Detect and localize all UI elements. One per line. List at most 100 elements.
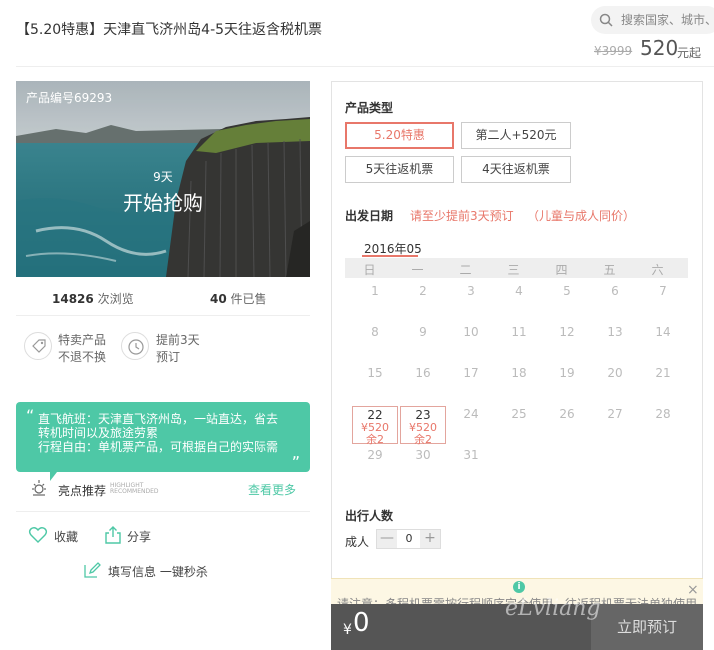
- highlight-sublabel: HIGHLIGHT RECOMMENDED: [110, 482, 159, 495]
- calendar-day: 15: [352, 367, 398, 405]
- calendar-day: 8: [352, 326, 398, 364]
- calendar-day: 2: [400, 285, 446, 323]
- advance-booking-note: 请至少提前3天预订: [410, 209, 514, 223]
- current-price: 520: [640, 36, 679, 60]
- original-price: ¥3999: [594, 44, 633, 58]
- day-number: 1: [371, 284, 379, 298]
- calendar-day: 17: [448, 367, 494, 405]
- search-icon: [599, 13, 613, 27]
- calendar-day: 4: [496, 285, 542, 323]
- option-4day-roundtrip[interactable]: 4天往返机票: [461, 156, 571, 183]
- child-price-note: （儿童与成人同价）: [527, 209, 636, 223]
- feature-no-refund: 特卖产品不退不换: [58, 333, 107, 364]
- day-number: 31: [463, 448, 479, 462]
- weekday-label: 一: [411, 263, 424, 277]
- header-divider: [16, 66, 714, 67]
- quote-line-2: 转机时间以及旅途劳累: [38, 426, 159, 440]
- day-number: 9: [419, 325, 427, 339]
- calendar-day[interactable]: 22 ¥520 余2: [352, 406, 398, 446]
- see-more-link[interactable]: 查看更多: [248, 481, 296, 498]
- highlight-label: 亮点推荐: [58, 484, 107, 498]
- divider: [16, 511, 310, 512]
- quote-tail: [50, 472, 57, 481]
- edit-icon[interactable]: [83, 561, 101, 579]
- day-number: 5: [563, 284, 571, 298]
- option-5day-roundtrip[interactable]: 5天往返机票: [345, 156, 454, 183]
- day-number: 28: [655, 407, 671, 421]
- highlight-quote: “ 直飞航班：天津直飞济州岛，一站直达，省去 转机时间以及旅途劳累 行程自由：单…: [16, 402, 310, 472]
- calendar-day: 12: [544, 326, 590, 364]
- decrement-button[interactable]: —: [377, 530, 397, 548]
- calendar-day: 10: [448, 326, 494, 364]
- weekday-label: 五: [603, 263, 616, 277]
- tag-icon: [24, 332, 52, 360]
- calendar-day[interactable]: 23 ¥520 余2: [400, 406, 446, 446]
- close-icon[interactable]: ×: [687, 583, 699, 597]
- quantity-input[interactable]: 0: [398, 530, 420, 548]
- sold-count-label: 件已售: [230, 292, 267, 306]
- book-now-button[interactable]: 立即预订: [591, 604, 703, 650]
- hero-image[interactable]: 产品编号69293 9天 开始抢购: [16, 81, 310, 277]
- total-price: 0: [353, 608, 370, 638]
- feature-advance-booking: 提前3天预订: [156, 333, 200, 364]
- day-number: 4: [515, 284, 523, 298]
- traveler-count-title: 出行人数: [345, 509, 394, 523]
- quote-line-3: 行程自由：单机票产品，可根据自己的实际需: [38, 440, 279, 454]
- sold-count-number: 40: [210, 292, 227, 306]
- day-number: 6: [611, 284, 619, 298]
- option-520-special[interactable]: 5.20特惠: [345, 122, 454, 149]
- day-remaining: 余2: [366, 433, 384, 446]
- adult-label: 成人: [345, 535, 370, 549]
- calendar-day: 7: [640, 285, 686, 323]
- calendar-day: 18: [496, 367, 542, 405]
- calendar-day: 20: [592, 367, 638, 405]
- day-number: 30: [415, 448, 431, 462]
- quote-line-1: 直飞航班：天津直飞济州岛，一站直达，省去: [38, 412, 279, 426]
- share-button[interactable]: 分享: [127, 528, 151, 545]
- search-input[interactable]: 搜索国家、城市、: [591, 6, 714, 34]
- trip-days: 9天: [153, 170, 173, 184]
- day-number: 2: [419, 284, 427, 298]
- day-number: 13: [607, 325, 623, 339]
- divider: [16, 315, 310, 316]
- calendar-day: 29: [352, 449, 398, 487]
- day-number: 27: [607, 407, 623, 421]
- product-type-title: 产品类型: [345, 101, 394, 115]
- weekday-header: 日一二三四五六: [345, 258, 688, 278]
- day-number: 20: [607, 366, 623, 380]
- calendar-day: 13: [592, 326, 638, 364]
- day-number: 10: [463, 325, 479, 339]
- option-second-person[interactable]: 第二人+520元: [461, 122, 571, 149]
- day-number: 29: [367, 448, 383, 462]
- share-icon[interactable]: [103, 525, 123, 545]
- view-count-label: 次浏览: [97, 292, 134, 306]
- day-number: 12: [559, 325, 575, 339]
- sold-count: 40 件已售: [210, 290, 267, 307]
- calendar-day: 14: [640, 326, 686, 364]
- calendar-day: 1: [352, 285, 398, 323]
- day-number: 14: [655, 325, 671, 339]
- favorite-button[interactable]: 收藏: [54, 528, 78, 545]
- calendar-day: 21: [640, 367, 686, 405]
- start-purchase-text: 开始抢购: [123, 191, 203, 215]
- day-remaining: 余2: [414, 433, 432, 446]
- product-number: 产品编号69293: [26, 91, 113, 105]
- product-title: 【5.20特惠】天津直飞济州岛4-5天往返含税机票: [16, 22, 323, 38]
- day-number: 3: [467, 284, 475, 298]
- calendar-day: 5: [544, 285, 590, 323]
- heart-icon[interactable]: [28, 525, 48, 545]
- quantity-stepper: — 0 +: [376, 529, 441, 549]
- quote-close-mark: „: [291, 443, 300, 462]
- currency-symbol: ¥: [343, 622, 352, 638]
- increment-button[interactable]: +: [420, 530, 440, 548]
- fill-info-button[interactable]: 填写信息 一键秒杀: [108, 563, 208, 580]
- month-underline: [362, 255, 418, 257]
- calendar-day: 25: [496, 408, 542, 446]
- departure-date-title: 出发日期: [345, 209, 394, 223]
- calendar-day: 28: [640, 408, 686, 446]
- sun-icon: [32, 480, 46, 496]
- weekday-label: 日: [363, 263, 376, 277]
- calendar-day: 19: [544, 367, 590, 405]
- day-number: 25: [511, 407, 527, 421]
- calendar-day: 6: [592, 285, 638, 323]
